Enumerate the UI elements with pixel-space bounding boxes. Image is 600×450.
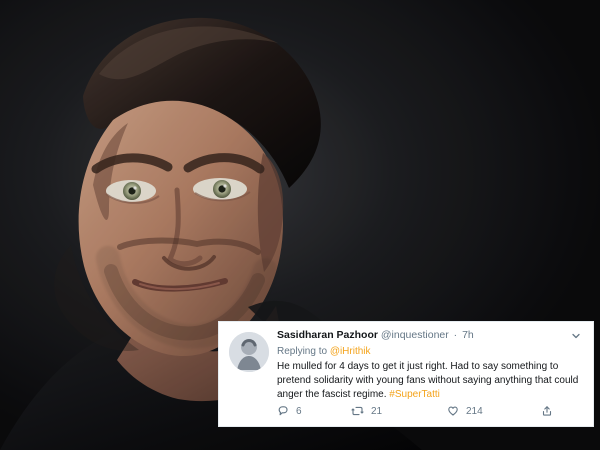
- tweet-header: Sasidharan Pazhoor @inquestioner · 7h: [277, 327, 583, 343]
- chevron-down-icon: [572, 333, 580, 339]
- tweet-card: Sasidharan Pazhoor @inquestioner · 7h Re…: [218, 321, 594, 427]
- tweet-actions: 6 21 214: [277, 402, 583, 420]
- avatar-photo: [229, 332, 269, 372]
- tweet-body: Sasidharan Pazhoor @inquestioner · 7h Re…: [277, 327, 583, 426]
- like-button[interactable]: 214: [447, 402, 483, 420]
- meme-image: Sasidharan Pazhoor @inquestioner · 7h Re…: [0, 0, 600, 450]
- profile-avatar[interactable]: [229, 332, 269, 372]
- reply-context: Replying to @iHrithik: [277, 344, 583, 359]
- tweet-menu-button[interactable]: [569, 329, 583, 343]
- reply-icon: [278, 406, 288, 416]
- share-button[interactable]: [541, 402, 553, 420]
- share-icon: [542, 406, 552, 416]
- tweet-text-line: pretend solidarity with young fans witho…: [277, 375, 579, 386]
- retweet-button[interactable]: 21: [351, 402, 382, 420]
- tweet-text-line: He mulled for 4 days to get it just righ…: [277, 361, 559, 372]
- tweet-text: He mulled for 4 days to get it just righ…: [277, 360, 583, 402]
- tweet-text-line: anger the fascist regime.: [277, 389, 387, 400]
- retweet-icon: [351, 406, 364, 416]
- reply-handle-link[interactable]: @iHrithik: [330, 346, 371, 357]
- timestamp-separator: ·: [453, 329, 458, 341]
- author-name[interactable]: Sasidharan Pazhoor: [277, 329, 378, 341]
- like-count: 214: [466, 405, 483, 417]
- tweet-text-line-with-hashtag: anger the fascist regime. #SuperTatti: [277, 388, 583, 402]
- retweet-count: 21: [371, 405, 383, 417]
- hashtag-link[interactable]: #SuperTatti: [389, 389, 440, 400]
- tweet-timestamp[interactable]: 7h: [462, 329, 474, 341]
- heart-icon: [448, 406, 458, 416]
- reply-button[interactable]: 6: [277, 402, 302, 420]
- author-handle[interactable]: @inquestioner: [381, 329, 449, 341]
- reply-count: 6: [296, 405, 302, 417]
- reply-prefix: Replying to: [277, 346, 328, 357]
